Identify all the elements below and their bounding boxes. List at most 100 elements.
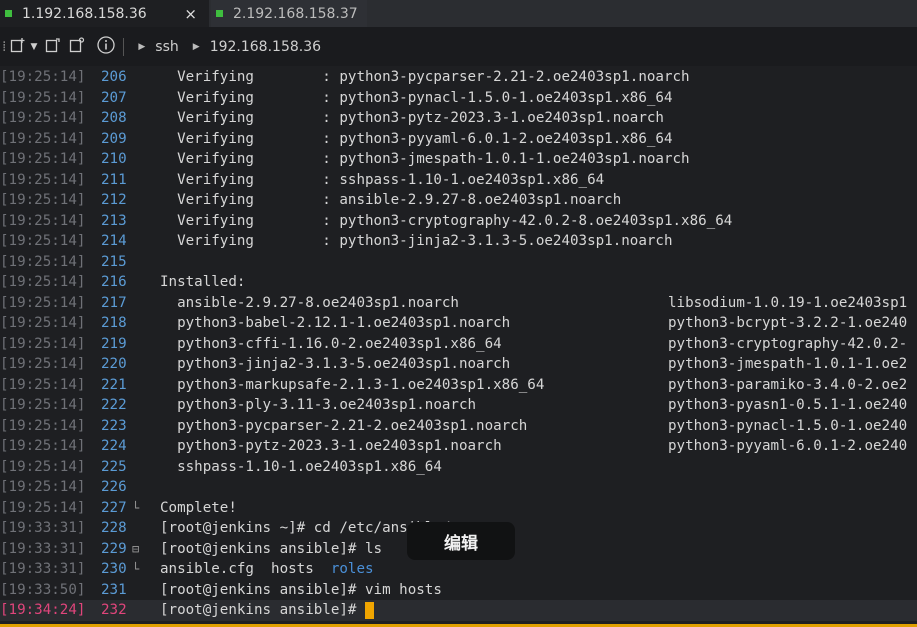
timestamp: [19:34:24] xyxy=(0,602,86,618)
timestamp: [19:25:14] xyxy=(0,130,86,147)
line-number: 221 xyxy=(101,376,127,393)
info-icon[interactable] xyxy=(97,35,116,58)
breadcrumb-protocol[interactable]: ssh xyxy=(155,39,178,55)
line-text: python3-babel-2.12.1-1.oe2403sp1.noarch xyxy=(160,313,510,334)
line-content: python3-pytz-2023.3-1.oe2403sp1.noarch xyxy=(160,438,502,454)
terminal-line: [19:25:14] 225 sshpass-1.10-1.oe2403sp1.x… xyxy=(0,457,917,478)
line-number: 229 xyxy=(101,540,127,557)
split-view-icon[interactable] xyxy=(45,37,61,57)
terminal-line: [19:25:14] 222 python3-ply-3.11-3.oe2403s… xyxy=(0,395,917,416)
terminal-line: [19:25:14] 214 Verifying : python3-jinja2… xyxy=(0,231,917,252)
line-number: 211 xyxy=(101,171,127,188)
timestamp: [19:25:14] xyxy=(0,253,86,270)
line-text: python3-jinja2-3.1.3-5.oe2403sp1.noarch xyxy=(160,354,510,375)
line-number: 206 xyxy=(101,69,127,85)
timestamp: [19:25:14] xyxy=(0,479,86,495)
terminal-line: [19:25:14] 221 python3-markupsafe-2.1.3-1… xyxy=(0,375,917,396)
line-text: python3-pytz-2023.3-1.oe2403sp1.noarch xyxy=(160,436,502,457)
line-number: 214 xyxy=(101,233,127,249)
installed-package-col2: python3-bcrypt-3.2.2-1.oe240 xyxy=(668,315,908,331)
terminal-line: [19:25:14] 212 Verifying : ansible-2.9.27… xyxy=(0,190,917,211)
toolbar: ⁞ ▼ ▶ ssh ▶ 192.168.158.36 xyxy=(0,27,917,66)
timestamp: [19:25:14] xyxy=(0,171,86,188)
line-content: Verifying : python3-pynacl-1.5.0-1.oe240… xyxy=(160,89,673,106)
terminal-line: [19:25:14] 217 ansible-2.9.27-8.oe2403sp1… xyxy=(0,293,917,314)
line-number: 224 xyxy=(101,438,127,454)
terminal-line: [19:25:14] 208 Verifying : python3-pytz-2… xyxy=(0,108,917,129)
line-text: Complete! xyxy=(160,498,237,519)
close-icon[interactable]: × xyxy=(184,5,197,23)
timestamp: [19:25:14] xyxy=(0,274,86,290)
terminal-line: [19:25:14] 206 Verifying : python3-pycpar… xyxy=(0,67,917,88)
line-number: 216 xyxy=(101,274,127,290)
collapse-icon[interactable]: ⊟ xyxy=(132,539,139,560)
line-content: python3-cffi-1.16.0-2.oe2403sp1.x86_64 xyxy=(160,335,502,352)
chevron-down-icon[interactable]: ▼ xyxy=(30,42,37,52)
line-text: [root@jenkins ansible]# vim hosts xyxy=(160,580,442,601)
line-content: ansible.cfg hosts xyxy=(160,561,331,577)
line-number: 228 xyxy=(101,520,127,536)
line-text: ansible-2.9.27-8.oe2403sp1.noarch xyxy=(160,293,459,314)
new-window-icon[interactable] xyxy=(69,36,85,57)
line-text: Verifying : python3-pyyaml-6.0.1-2.oe240… xyxy=(160,129,673,150)
line-text: [root@jenkins ansible]# xyxy=(160,600,374,621)
timestamp: [19:25:14] xyxy=(0,89,86,106)
timestamp: [19:25:14] xyxy=(0,233,86,249)
line-content: Verifying : python3-pyyaml-6.0.1-2.oe240… xyxy=(160,130,673,147)
terminal-line: [19:25:14] 220 python3-jinja2-3.1.3-5.oe2… xyxy=(0,354,917,375)
installed-package-col2: libsodium-1.0.19-1.oe2403sp1 xyxy=(668,294,908,311)
text-cursor xyxy=(365,601,374,619)
line-text: Verifying : ansible-2.9.27-8.oe2403sp1.n… xyxy=(160,190,621,211)
installed-package-col2: python3-jmespath-1.0.1-1.oe2 xyxy=(668,356,908,372)
line-number: 207 xyxy=(101,89,127,106)
timestamp: [19:25:14] xyxy=(0,151,86,167)
line-text: python3-markupsafe-2.1.3-1.oe2403sp1.x86… xyxy=(160,375,544,396)
line-number: 218 xyxy=(101,315,127,331)
line-number: 217 xyxy=(101,294,127,311)
timestamp: [19:25:14] xyxy=(0,335,86,352)
timestamp: [19:25:14] xyxy=(0,458,86,475)
timestamp: [19:25:14] xyxy=(0,499,86,516)
terminal-line: [19:25:14] 226 xyxy=(0,477,917,498)
tab-session-1[interactable]: 1.192.168.158.36 × xyxy=(0,0,209,27)
line-content: Complete! xyxy=(160,499,237,516)
line-number: 227 xyxy=(101,499,127,516)
line-content: python3-ply-3.11-3.oe2403sp1.noarch xyxy=(160,397,477,413)
line-text: Verifying : python3-pynacl-1.5.0-1.oe240… xyxy=(160,88,673,109)
terminal-line: [19:33:50] 231 [root@jenkins ansible]# vim… xyxy=(0,580,917,601)
fold-line-icon: └ xyxy=(132,500,140,515)
line-content: python3-markupsafe-2.1.3-1.oe2403sp1.x86… xyxy=(160,376,545,393)
timestamp: [19:25:14] xyxy=(0,294,86,311)
line-content: [root@jenkins ansible]# ls xyxy=(160,540,383,557)
installed-package-col2: python3-pynacl-1.5.0-1.oe240 xyxy=(668,417,908,434)
line-number: 215 xyxy=(101,253,127,270)
timestamp: [19:25:14] xyxy=(0,397,86,413)
timestamp: [19:25:14] xyxy=(0,69,86,85)
breadcrumb-host[interactable]: 192.168.158.36 xyxy=(210,39,321,55)
terminal-line: [19:25:14] 219 python3-cffi-1.16.0-2.oe24… xyxy=(0,334,917,355)
breadcrumb-arrow-icon: ▶ xyxy=(192,41,200,52)
line-number: 210 xyxy=(101,151,127,167)
line-content: Verifying : python3-pytz-2023.3-1.oe2403… xyxy=(160,110,664,126)
line-number: 208 xyxy=(101,110,127,126)
terminal-line: [19:34:24] 232 [root@jenkins ansible]# xyxy=(0,600,917,621)
line-content: Verifying : python3-cryptography-42.0.2-… xyxy=(160,212,733,229)
tab-session-2[interactable]: 2.192.168.158.37 xyxy=(211,0,367,27)
terminal-line: [19:25:14] 213 Verifying : python3-crypto… xyxy=(0,211,917,232)
line-number: 230 xyxy=(101,561,127,577)
line-text: Verifying : python3-cryptography-42.0.2-… xyxy=(160,211,732,232)
new-tab-icon[interactable] xyxy=(10,37,26,57)
line-number: 231 xyxy=(101,581,127,598)
line-text: Installed: xyxy=(160,272,245,293)
tab-label: 1.192.168.158.36 xyxy=(22,5,147,22)
timestamp: [19:25:14] xyxy=(0,110,86,126)
terminal-line: [19:25:14] 211 Verifying : sshpass-1.10-1… xyxy=(0,170,917,191)
line-content: python3-pycparser-2.21-2.oe2403sp1.noarc… xyxy=(160,417,528,434)
terminal-line: [19:25:14] 227 └ Complete! xyxy=(0,498,917,519)
line-number: 220 xyxy=(101,356,127,372)
connected-indicator-icon xyxy=(5,10,12,17)
fold-line-icon: └ xyxy=(132,562,140,576)
line-content: python3-jinja2-3.1.3-5.oe2403sp1.noarch xyxy=(160,356,511,372)
line-number: 212 xyxy=(101,192,127,208)
line-text: Verifying : python3-pytz-2023.3-1.oe2403… xyxy=(160,108,664,129)
